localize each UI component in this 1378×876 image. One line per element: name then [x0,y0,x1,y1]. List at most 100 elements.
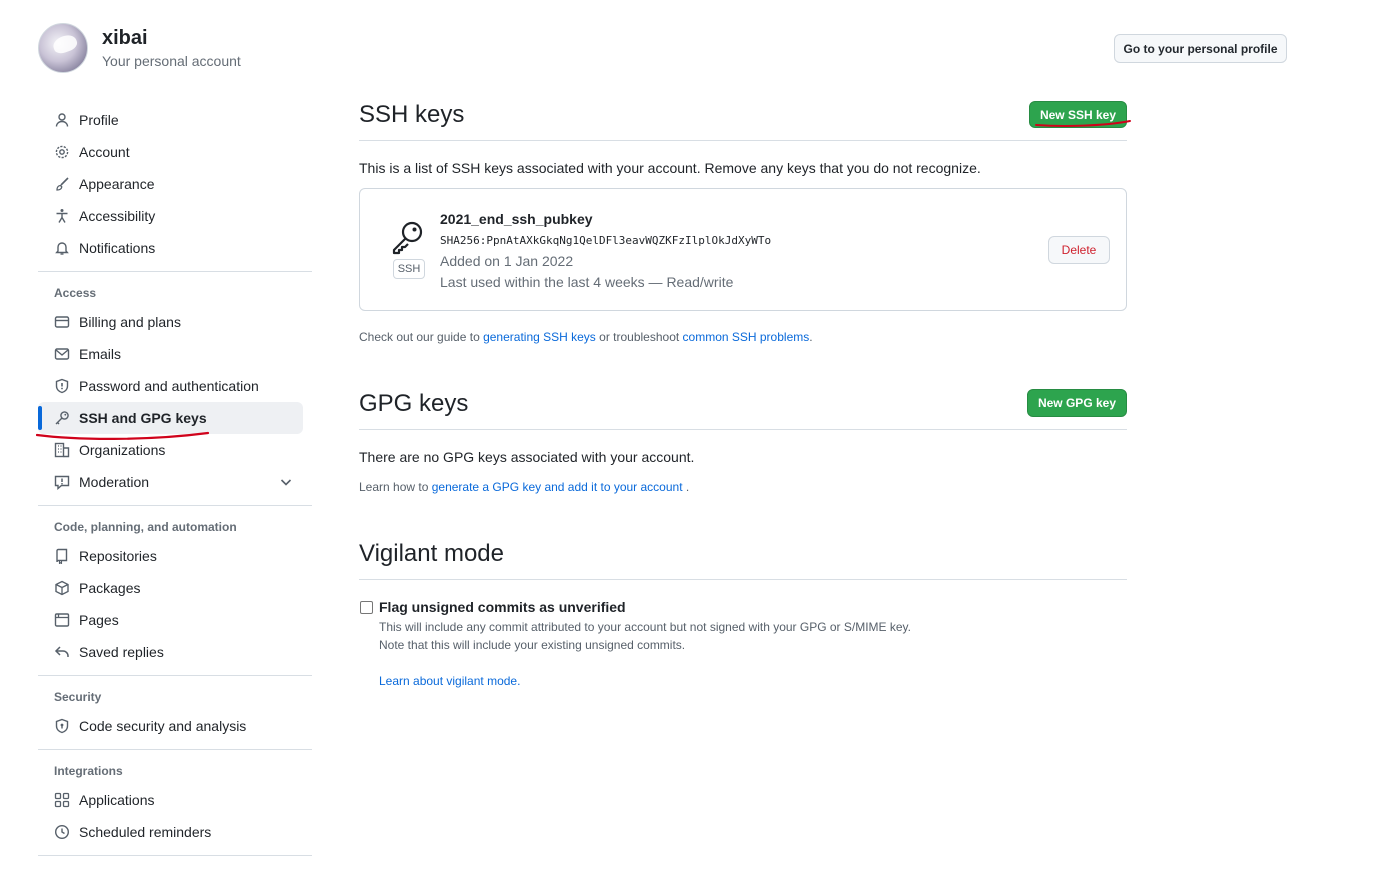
sidebar-item-label: Account [79,144,130,160]
sidebar-item-organizations[interactable]: Organizations [38,434,312,466]
sidebar-heading-integrations: Integrations [54,764,123,778]
sidebar-item-label: Code security and analysis [79,718,247,734]
sidebar-heading-security: Security [54,690,102,704]
sidebar-item-appearance[interactable]: Appearance [38,168,312,200]
sidebar-item-label: Moderation [79,474,150,490]
sidebar-item-repositories[interactable]: Repositories [38,540,312,572]
sidebar-item-label: Organizations [79,442,166,458]
sidebar-heading-code: Code, planning, and automation [54,520,237,534]
sidebar-item-packages[interactable]: Packages [38,572,312,604]
vigilant-mode-title: Vigilant mode [359,540,504,567]
sidebar-item-saved-replies[interactable]: Saved replies [38,636,312,668]
generating-ssh-keys-link[interactable]: generating SSH keys [483,330,596,344]
sidebar-item-label: SSH and GPG keys [79,410,207,426]
annotation-underline [1035,120,1131,127]
clock-icon [54,824,70,840]
mail-icon [54,346,70,362]
learn-vigilant-mode-link[interactable]: Learn about vigilant mode. [379,674,520,688]
shield-icon [54,378,70,394]
guide-prefix: Check out our guide to [359,330,484,344]
ssh-key-card: SSH 2021_end_ssh_pubkey SHA256:PpnAtAXkG… [359,188,1127,311]
gear-icon [54,144,70,160]
package-icon [54,580,70,596]
sidebar-item-profile[interactable]: Profile [38,104,312,136]
guide-middle: or troubleshoot [595,330,683,344]
sidebar-item-label: Scheduled reminders [79,824,212,840]
shield-lock-icon [54,718,70,734]
sidebar-item-accessibility[interactable]: Accessibility [38,200,312,232]
sidebar-divider [38,675,312,676]
section-divider [359,429,1127,430]
sidebar-item-label: Accessibility [79,208,156,224]
sidebar-item-applications[interactable]: Applications [38,784,312,816]
sidebar-item-label: Appearance [79,176,155,192]
sidebar-item-label: Saved replies [79,644,164,660]
vigilant-help-2: Note that this will include your existin… [379,638,686,652]
sidebar-item-label: Password and authentication [79,378,259,394]
sidebar-item-label: Applications [79,792,155,808]
ssh-guide-text: Check out our guide to generating SSH ke… [359,330,813,344]
organization-icon [54,442,70,458]
sidebar-item-billing[interactable]: Billing and plans [38,306,312,338]
delete-ssh-key-button[interactable]: Delete [1048,236,1110,264]
credit-card-icon [54,314,70,330]
learn-prefix: Learn how to [359,480,432,494]
gpg-description: There are no GPG keys associated with yo… [359,449,695,465]
report-icon [54,474,70,490]
sidebar-item-label: Pages [79,612,119,628]
user-name[interactable]: xibai [102,27,148,50]
paintbrush-icon [54,176,70,192]
ssh-key-last-used: Last used within the last 4 weeks — Read… [440,274,734,290]
sidebar-item-account[interactable]: Account [38,136,312,168]
sidebar-item-label: Emails [79,346,122,362]
flag-unsigned-commits-label[interactable]: Flag unsigned commits as unverified [379,599,626,615]
gpg-keys-title: GPG keys [359,390,469,417]
sidebar-item-ssh-gpg-keys[interactable]: SSH and GPG keys [38,402,303,434]
reply-icon [54,644,70,660]
new-gpg-key-button[interactable]: New GPG key [1027,389,1127,417]
avatar[interactable] [38,23,88,73]
key-icon [392,221,423,255]
sidebar-item-pages[interactable]: Pages [38,604,312,636]
section-divider [359,140,1127,141]
gpg-learn-text: Learn how to generate a GPG key and add … [359,480,689,494]
sidebar-item-scheduled-reminders[interactable]: Scheduled reminders [38,816,312,848]
generate-gpg-key-link[interactable]: generate a GPG key and add it to your ac… [432,480,683,494]
key-icon [54,410,70,426]
chevron-down-icon[interactable] [278,474,294,490]
account-type-label: Your personal account [102,53,241,69]
bell-icon [54,240,70,256]
ssh-key-name: 2021_end_ssh_pubkey [440,211,593,227]
sidebar-divider [38,505,312,506]
sidebar-item-label: Profile [79,112,119,128]
sidebar-item-moderation[interactable]: Moderation [38,466,312,498]
person-icon [54,112,70,128]
sidebar-item-password[interactable]: Password and authentication [38,370,312,402]
sidebar-heading-access: Access [54,286,97,300]
sidebar-item-emails[interactable]: Emails [38,338,312,370]
browser-icon [54,612,70,628]
sidebar-divider [38,271,312,272]
ssh-description: This is a list of SSH keys associated wi… [359,160,981,176]
sidebar-divider [38,749,312,750]
flag-unsigned-commits-checkbox[interactable] [360,601,373,614]
vigilant-help-1: This will include any commit attributed … [379,620,912,634]
sidebar-item-notifications[interactable]: Notifications [38,232,312,264]
guide-suffix: . [809,330,813,344]
sidebar-item-code-security[interactable]: Code security and analysis [38,710,312,742]
sidebar-divider [38,855,312,856]
sidebar-item-label: Packages [79,580,141,596]
apps-icon [54,792,70,808]
ssh-key-added-date: Added on 1 Jan 2022 [440,253,574,269]
repo-icon [54,548,70,564]
sidebar-item-label: Billing and plans [79,314,181,330]
ssh-key-fingerprint: SHA256:PpnAtAXkGkqNg1QelDFl3eavWQZKFzIlp… [440,234,772,247]
common-ssh-problems-link[interactable]: common SSH problems [683,330,810,344]
go-to-profile-button[interactable]: Go to your personal profile [1114,34,1287,63]
ssh-keys-title: SSH keys [359,101,465,128]
accessibility-icon [54,208,70,224]
section-divider [359,579,1127,580]
ssh-badge: SSH [393,259,425,279]
sidebar-item-label: Notifications [79,240,156,256]
learn-suffix: . [682,480,690,494]
